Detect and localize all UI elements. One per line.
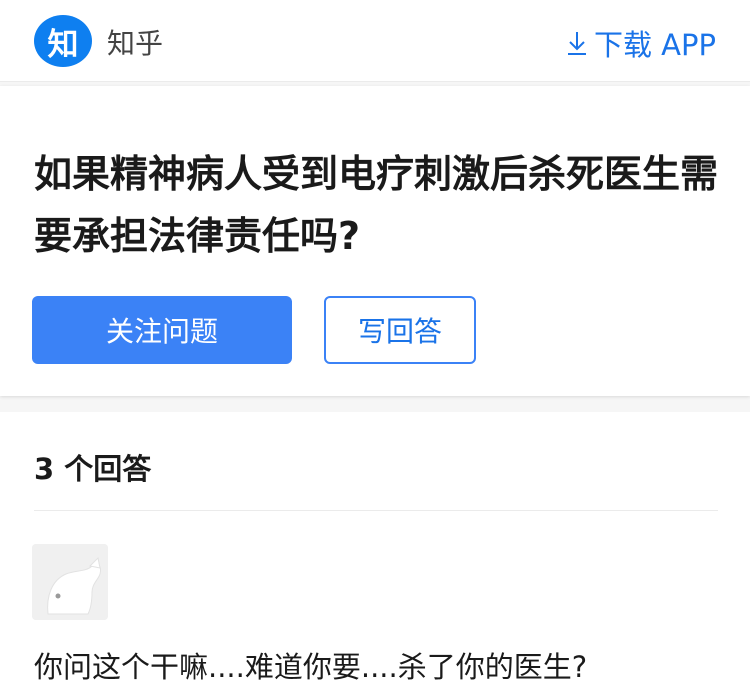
zhihu-logo[interactable]: 知 — [34, 15, 92, 67]
brand-name[interactable]: 知乎 — [107, 22, 163, 62]
answers-count: 3 个回答 — [34, 452, 152, 486]
divider — [34, 510, 718, 511]
download-app-label: 下载 APP — [593, 28, 716, 62]
download-app-button[interactable]: 下载 APP — [566, 22, 716, 64]
question-card: 如果精神病人受到电疗刺激后杀死医生需要承担法律责任吗? 关注问题 写回答 — [0, 86, 750, 396]
top-app-bar: 知 知乎 下载 APP — [0, 0, 750, 82]
answer-excerpt[interactable]: 你问这个干嘛....难道你要....杀了你的医生? — [34, 644, 587, 686]
download-arrow-icon — [567, 32, 586, 55]
write-answer-button[interactable]: 写回答 — [324, 296, 476, 364]
answers-section: 3 个回答 你问这个干嘛....难道你要....杀了你的医生? — [0, 412, 750, 694]
default-avatar-icon[interactable] — [32, 544, 108, 620]
question-title[interactable]: 如果精神病人受到电疗刺激后杀死医生需要承担法律责任吗? — [34, 143, 724, 267]
avatar-image — [32, 544, 108, 620]
follow-question-button[interactable]: 关注问题 — [32, 296, 292, 364]
